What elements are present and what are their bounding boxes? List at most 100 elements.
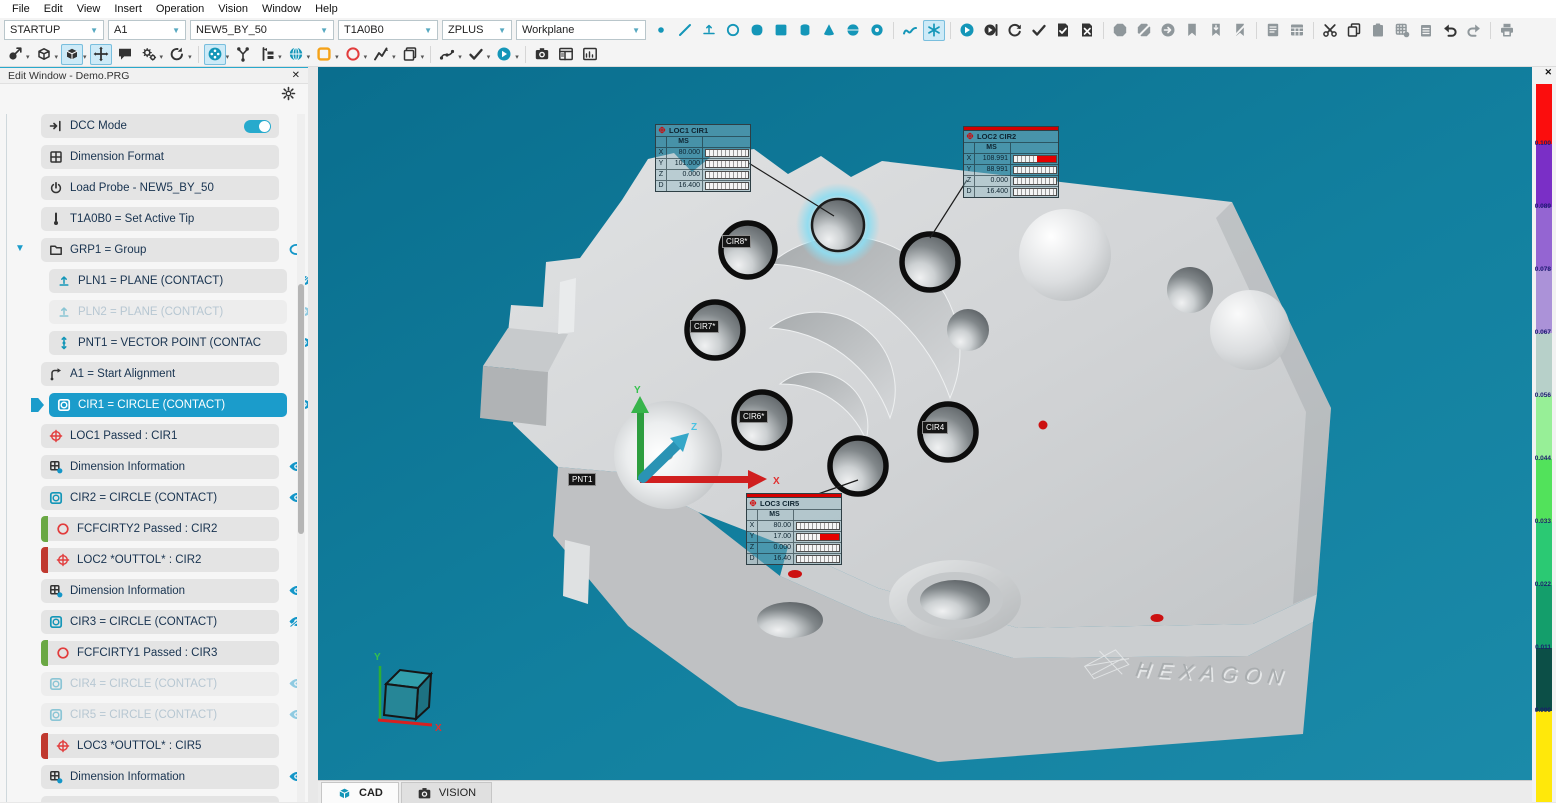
tab-cad[interactable]: CAD xyxy=(321,782,399,803)
redo-icon[interactable] xyxy=(1463,20,1485,41)
report-window-icon[interactable] xyxy=(1262,20,1284,41)
pan-view-icon[interactable] xyxy=(90,44,112,65)
command-button[interactable]: DCC Mode xyxy=(41,114,279,138)
orientation-cube[interactable]: Y X xyxy=(374,652,442,734)
command-button[interactable]: FCFCIRTY2 Passed : CIR2 xyxy=(41,517,279,541)
command-button[interactable]: Load Probe - NEW5_BY_50 xyxy=(41,176,279,200)
alignment-combo[interactable]: A1▼ xyxy=(108,20,186,40)
command-button[interactable]: PNT1 = VECTOR POINT (CONTAC xyxy=(49,331,287,355)
sidebar-item-pln1[interactable]: PLN1 = PLANE (CONTACT) xyxy=(49,269,287,293)
gear-icon[interactable] xyxy=(281,86,296,106)
rotate-view-dropdown-icon[interactable]: ▾ xyxy=(188,53,192,61)
workplane-label-combo[interactable]: Workplane▼ xyxy=(516,20,646,40)
command-button[interactable]: LOC1 Passed : CIR1 xyxy=(41,424,279,448)
optimize-settings-dropdown-icon[interactable]: ▾ xyxy=(160,53,164,61)
copy-icon[interactable] xyxy=(1343,20,1365,41)
command-button[interactable]: PLN1 = PLANE (CONTACT) xyxy=(49,269,287,293)
probe-combo[interactable]: NEW5_BY_50▼ xyxy=(190,20,334,40)
probe-cluster-dropdown-icon[interactable]: ▾ xyxy=(226,53,230,61)
graph-analysis-icon[interactable] xyxy=(370,44,392,65)
bookmark-icon[interactable] xyxy=(1181,20,1203,41)
optimize-settings-icon[interactable] xyxy=(138,44,160,65)
expand-caret-icon[interactable]: ▼ xyxy=(15,244,25,254)
menu-insert[interactable]: Insert xyxy=(107,2,149,16)
point-feature-icon[interactable] xyxy=(650,20,672,41)
sidebar-item-dimension[interactable]: Dimension Format xyxy=(41,145,279,169)
mark-features-icon[interactable] xyxy=(465,44,487,65)
measurement-label-loc2-cir2[interactable]: LOC2 CIR2MSX108.991Y88.991Z0.000D16.400 xyxy=(963,126,1059,198)
solid-view-icon[interactable] xyxy=(61,44,83,65)
circle-gage-dropdown-icon[interactable]: ▾ xyxy=(364,53,368,61)
command-button[interactable]: Dimension Information xyxy=(41,765,279,789)
sidebar-item-dcc[interactable]: DCC Mode xyxy=(41,114,279,138)
command-button[interactable]: PLN2 = PLANE (CONTACT) xyxy=(49,300,287,324)
curve-feature-icon[interactable] xyxy=(899,20,921,41)
execute-feature-dropdown-icon[interactable]: ▾ xyxy=(515,53,519,61)
command-button[interactable]: Dimension Information xyxy=(41,455,279,479)
sidebar-item-fcfcirty1[interactable]: FCFCIRTY1 Passed : CIR3 xyxy=(41,641,279,665)
layers-dropdown-icon[interactable]: ▾ xyxy=(421,53,425,61)
menu-edit[interactable]: Edit xyxy=(37,2,70,16)
measurement-strategy-icon[interactable] xyxy=(256,44,278,65)
execute-loop-icon[interactable] xyxy=(1004,20,1026,41)
feature-tag-cir6[interactable]: CIR6* xyxy=(739,410,768,423)
paste-icon[interactable] xyxy=(1367,20,1389,41)
feature-tag-cir8[interactable]: CIR8* xyxy=(722,235,751,248)
sidebar-item-dimension[interactable]: Dimension Information xyxy=(41,455,279,479)
sidebar-item-loc3[interactable]: LOC3 *OUTTOL* : CIR5 xyxy=(41,734,279,758)
sidebar-item-cir6[interactable]: CIR6 = CIRCLE (CONTACT) xyxy=(41,796,279,802)
part-model[interactable]: HEXAGON HEXAGON xyxy=(480,149,1331,762)
menu-file[interactable]: File xyxy=(5,2,37,16)
snapshot-icon[interactable] xyxy=(531,44,553,65)
plane-feature-icon[interactable] xyxy=(698,20,720,41)
workplane-combo[interactable]: ZPLUS▼ xyxy=(442,20,512,40)
circle-feature-icon[interactable] xyxy=(722,20,744,41)
command-button[interactable]: FCFCIRTY1 Passed : CIR3 xyxy=(41,641,279,665)
path-points-dropdown-icon[interactable]: ▾ xyxy=(458,53,462,61)
cut-icon[interactable] xyxy=(1319,20,1341,41)
execute-from-cursor-icon[interactable] xyxy=(980,20,1002,41)
print-icon[interactable] xyxy=(1496,20,1518,41)
rectangle-gage-icon[interactable] xyxy=(313,44,335,65)
sidebar-item-t1a0b0[interactable]: T1A0B0 = Set Active Tip xyxy=(41,207,279,231)
wireframe-view-dropdown-icon[interactable]: ▾ xyxy=(55,53,59,61)
command-button[interactable]: Dimension Format xyxy=(41,145,279,169)
probe-cluster-icon[interactable] xyxy=(204,44,226,65)
report-template-icon[interactable] xyxy=(1286,20,1308,41)
execute-feature-icon[interactable] xyxy=(493,44,515,65)
command-button[interactable]: LOC2 *OUTTOL* : CIR2 xyxy=(41,548,279,572)
verify-program-icon[interactable] xyxy=(1052,20,1074,41)
path-points-icon[interactable] xyxy=(436,44,458,65)
line-feature-icon[interactable] xyxy=(674,20,696,41)
feature-tag-pnt1[interactable]: PNT1 xyxy=(568,473,596,486)
feature-tag-cir4[interactable]: CIR4 xyxy=(922,421,948,434)
tip-combo[interactable]: T1A0B0▼ xyxy=(338,20,438,40)
sidebar-item-pnt1[interactable]: PNT1 = VECTOR POINT (CONTAC xyxy=(49,331,287,355)
sidebar-item-cir4[interactable]: CIR4 = CIRCLE (CONTACT) xyxy=(41,672,279,696)
measurement-label-loc1-cir1[interactable]: LOC1 CIR1MSX80.000Y101.000Z0.000D16.400 xyxy=(655,124,751,192)
sidebar-item-fcfcirty2[interactable]: FCFCIRTY2 Passed : CIR2 xyxy=(41,517,279,541)
mark-all-icon[interactable] xyxy=(1028,20,1050,41)
cone-feature-icon[interactable] xyxy=(818,20,840,41)
sidebar-item-cir3[interactable]: CIR3 = CIRCLE (CONTACT) xyxy=(41,610,279,634)
sidebar-item-pln2[interactable]: PLN2 = PLANE (CONTACT) xyxy=(49,300,287,324)
sidebar-item-cir2[interactable]: CIR2 = CIRCLE (CONTACT) xyxy=(41,486,279,510)
command-button[interactable]: Dimension Information xyxy=(41,579,279,603)
cylinder-feature-icon[interactable] xyxy=(794,20,816,41)
hole-cir5[interactable] xyxy=(830,438,886,494)
wireframe-view-icon[interactable] xyxy=(33,44,55,65)
scale-close-icon[interactable]: ✕ xyxy=(1544,67,1552,78)
continue-execution-icon[interactable] xyxy=(1157,20,1179,41)
measurement-strategy-dropdown-icon[interactable]: ▾ xyxy=(278,53,282,61)
sphere-feature-icon[interactable] xyxy=(842,20,864,41)
sidebar-item-cir5[interactable]: CIR5 = CIRCLE (CONTACT) xyxy=(41,703,279,727)
round-slot-feature-icon[interactable] xyxy=(746,20,768,41)
undo-icon[interactable] xyxy=(1439,20,1461,41)
command-button[interactable]: CIR5 = CIRCLE (CONTACT) xyxy=(41,703,279,727)
report-layout-window-icon[interactable] xyxy=(555,44,577,65)
sidebar-item-loc1[interactable]: LOC1 Passed : CIR1 xyxy=(41,424,279,448)
command-button[interactable]: GRP1 = Group xyxy=(41,238,279,262)
solid-view-dropdown-icon[interactable]: ▾ xyxy=(83,53,87,61)
menu-view[interactable]: View xyxy=(70,2,108,16)
probe-toggle-icon[interactable] xyxy=(232,44,254,65)
